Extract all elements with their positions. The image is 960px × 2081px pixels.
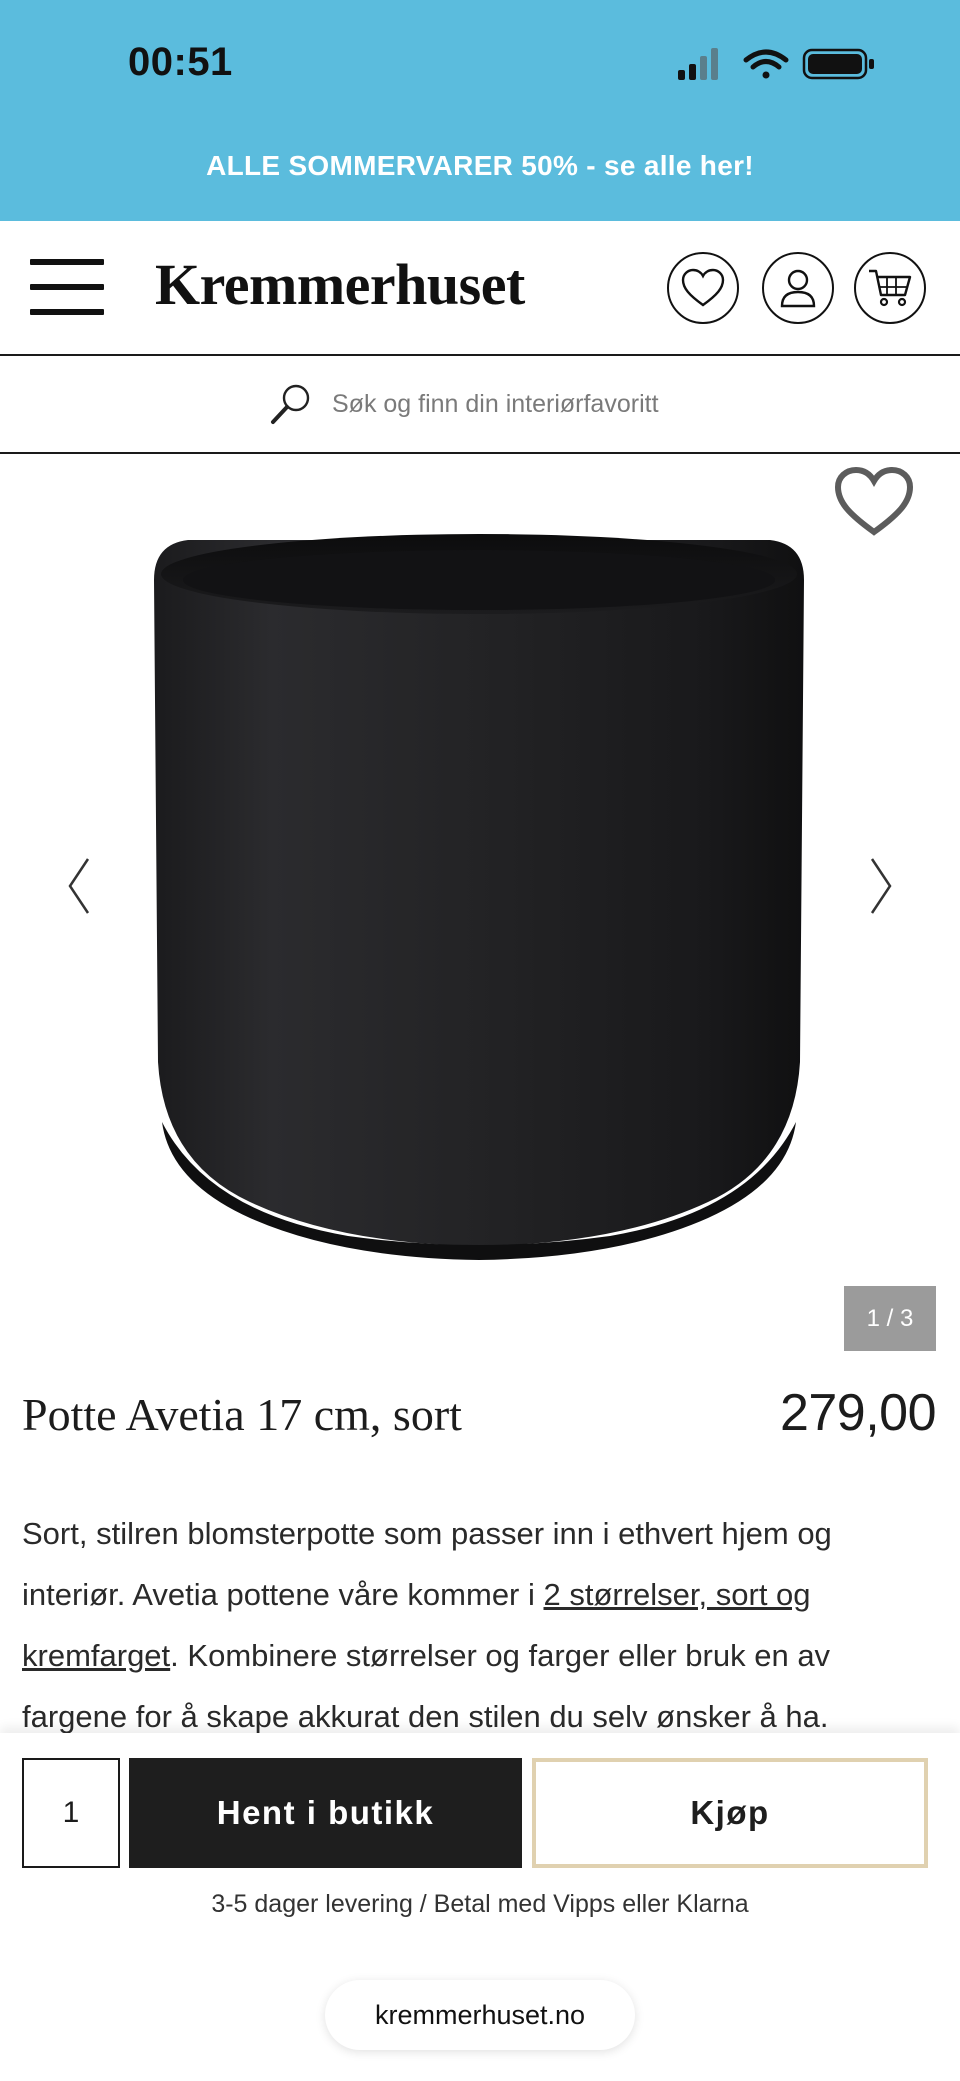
product-gallery: 1 / 3 <box>0 456 960 1356</box>
product-image[interactable] <box>148 522 810 1272</box>
product-title: Potte Avetia 17 cm, sort <box>22 1389 462 1440</box>
browser-address-bar[interactable]: kremmerhuset.no <box>325 1980 635 2050</box>
product-price: 279,00 <box>779 1384 937 1442</box>
chevron-left-icon[interactable] <box>58 851 98 921</box>
search-icon <box>271 384 310 424</box>
cart-icon-glyph <box>869 269 912 307</box>
search-bar <box>0 356 960 454</box>
buy-button[interactable]: Kjøp <box>532 1758 928 1868</box>
user-icon <box>780 269 816 308</box>
chevron-right-icon[interactable] <box>862 851 902 921</box>
battery-icon <box>802 48 874 80</box>
promo-banner-link[interactable]: ALLE SOMMERVARER 50% - se alle her! <box>0 150 960 182</box>
account-user-icon[interactable] <box>762 252 834 324</box>
quantity-input[interactable] <box>22 1758 120 1868</box>
wishlist-heart-icon[interactable] <box>667 252 739 324</box>
heart-icon <box>681 268 725 307</box>
browser-domain: kremmerhuset.no <box>374 1999 586 2030</box>
cart-icon[interactable] <box>854 252 926 324</box>
site-logo[interactable]: Kremmerhuset <box>155 251 525 318</box>
delivery-info: 3-5 dager levering / Betal med Vipps ell… <box>211 1890 749 1918</box>
menu-icon[interactable] <box>30 257 104 317</box>
status-icons <box>678 48 874 80</box>
status-time: 00:51 <box>128 40 233 84</box>
purchase-bar: Hent i butikk Kjøp 3-5 dager levering / … <box>0 1733 960 2081</box>
site-header: Kremmerhuset <box>0 221 960 356</box>
search-input[interactable] <box>332 389 712 419</box>
product-description: Sort, stilren blomsterpotte som passer i… <box>22 1503 942 1747</box>
signal-icon <box>678 48 718 80</box>
image-counter: 1 / 3 <box>844 1286 936 1351</box>
store-pickup-button[interactable]: Hent i butikk <box>129 1758 522 1868</box>
top-band: 00:51 ALLE SOMMERVARER 50% - se alle her… <box>0 0 960 221</box>
wifi-icon <box>743 49 789 79</box>
favorite-heart-icon[interactable] <box>834 466 914 546</box>
